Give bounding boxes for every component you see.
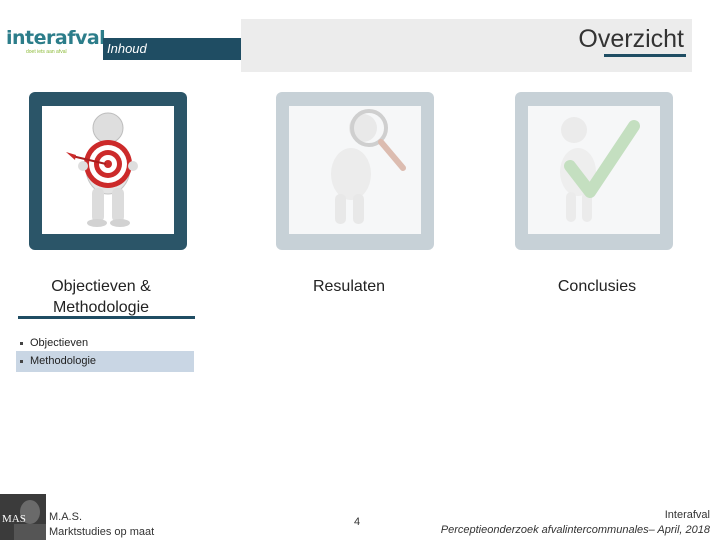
interafval-logo: interafval. doet iets aan afval bbox=[6, 27, 112, 68]
page-title: Overzicht bbox=[578, 25, 684, 53]
subitem-objectieven[interactable]: Objectieven bbox=[16, 334, 194, 352]
magnifier-figure-icon bbox=[331, 109, 406, 224]
card-label-resulaten[interactable]: Resulaten bbox=[286, 276, 412, 297]
subitem-methodologie[interactable]: Methodologie bbox=[16, 351, 194, 372]
card-image-check bbox=[528, 106, 660, 234]
card-label-objectieven[interactable]: Objectieven & Methodologie bbox=[28, 276, 174, 318]
company-line2: Marktstudies op maat bbox=[49, 526, 155, 538]
card-image-magnifier bbox=[289, 106, 421, 234]
company-name: M.A.S. Marktstudies op maat bbox=[49, 510, 154, 540]
page-number: 4 bbox=[354, 516, 361, 528]
card-image-target bbox=[42, 106, 174, 234]
title-underline bbox=[604, 54, 686, 57]
subitem-label: Objectieven bbox=[30, 337, 89, 349]
checkmark-figure-icon bbox=[560, 117, 640, 222]
subitem-label: Methodologie bbox=[30, 355, 97, 367]
active-card-underline bbox=[18, 316, 195, 319]
section-label: Inhoud bbox=[107, 41, 147, 56]
target-figure-icon bbox=[66, 112, 138, 227]
mas-logo-text: MAS bbox=[2, 513, 26, 525]
card-label-conclusies[interactable]: Conclusies bbox=[524, 276, 670, 297]
card-resulaten[interactable] bbox=[276, 92, 434, 250]
footer-study: Perceptieonderzoek afvalintercommunales–… bbox=[440, 524, 710, 536]
card-conclusies[interactable] bbox=[515, 92, 673, 250]
footer-right: Interafval Perceptieonderzoek afvalinter… bbox=[441, 508, 710, 538]
logo-text: interafval bbox=[6, 27, 106, 49]
footer-client: Interafval bbox=[664, 509, 710, 521]
card-objectieven[interactable] bbox=[29, 92, 187, 250]
logo-tagline: doet iets aan afval bbox=[26, 49, 67, 55]
company-line1: M.A.S. bbox=[49, 511, 83, 523]
bullet-icon bbox=[20, 359, 23, 363]
bullet-icon bbox=[20, 341, 23, 345]
